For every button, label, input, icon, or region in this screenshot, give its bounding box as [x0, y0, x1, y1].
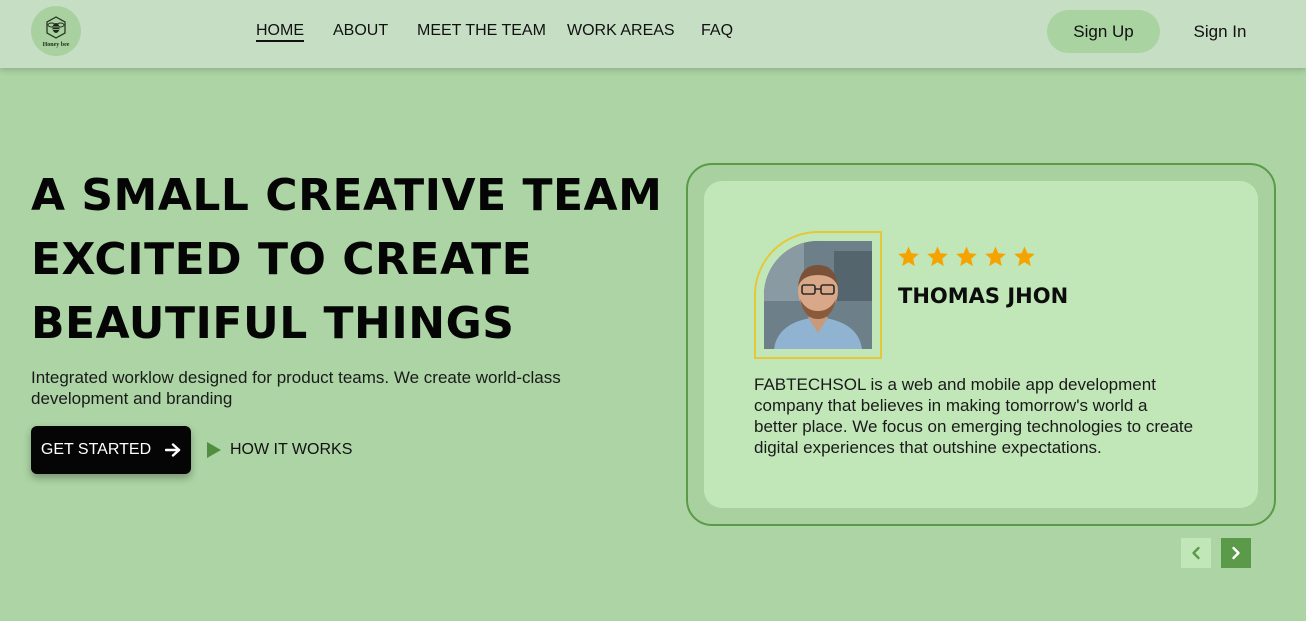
- logo[interactable]: Honey bee: [31, 6, 81, 56]
- nav-link-faq[interactable]: FAQ: [701, 22, 733, 40]
- play-icon: [207, 442, 221, 458]
- star-icon: [956, 246, 977, 267]
- hero-description: Integrated worklow designed for product …: [31, 368, 561, 408]
- arrow-right-icon: [165, 443, 181, 457]
- reviewer-avatar: [764, 241, 872, 349]
- star-icon: [927, 246, 948, 267]
- get-started-label: GET STARTED: [40, 441, 152, 458]
- nav-link-home[interactable]: HOME: [256, 22, 304, 40]
- bee-icon: [46, 15, 66, 39]
- nav-link-work-areas[interactable]: WORK AREAS: [567, 22, 675, 40]
- chevron-right-icon: [1232, 546, 1240, 560]
- nav-link-about[interactable]: ABOUT: [333, 22, 388, 40]
- sign-up-button[interactable]: Sign Up: [1047, 10, 1160, 53]
- star-icon: [985, 246, 1006, 267]
- reviewer-photo: [764, 241, 872, 349]
- reviewer-name: THOMAS JHON: [898, 284, 1069, 308]
- carousel-prev-button[interactable]: [1181, 538, 1211, 568]
- star-icon: [898, 246, 919, 267]
- carousel-next-button[interactable]: [1221, 538, 1251, 568]
- star-icon: [1014, 246, 1035, 267]
- hero-title-line: BEAUTIFUL THINGS: [31, 298, 515, 349]
- chevron-left-icon: [1192, 546, 1200, 560]
- nav-link-meet-the-team[interactable]: MEET THE TEAM: [417, 22, 546, 40]
- rating-stars: [897, 245, 1036, 268]
- review-text: FABTECHSOL is a web and mobile app devel…: [754, 375, 1194, 457]
- hero-title: A SMALL CREATIVE TEAM EXCITED TO CREATE …: [31, 164, 663, 356]
- navbar: Honey bee HOME ABOUT MEET THE TEAM WORK …: [0, 0, 1306, 68]
- how-it-works-label: HOW IT WORKS: [230, 441, 353, 458]
- hero-title-line: A SMALL CREATIVE TEAM: [31, 170, 663, 221]
- hero-title-line: EXCITED TO CREATE: [31, 234, 533, 285]
- get-started-button[interactable]: GET STARTED: [31, 426, 191, 474]
- how-it-works-button[interactable]: HOW IT WORKS: [206, 438, 352, 462]
- sign-in-button[interactable]: Sign In: [1180, 10, 1260, 53]
- logo-text: Honey bee: [42, 41, 70, 48]
